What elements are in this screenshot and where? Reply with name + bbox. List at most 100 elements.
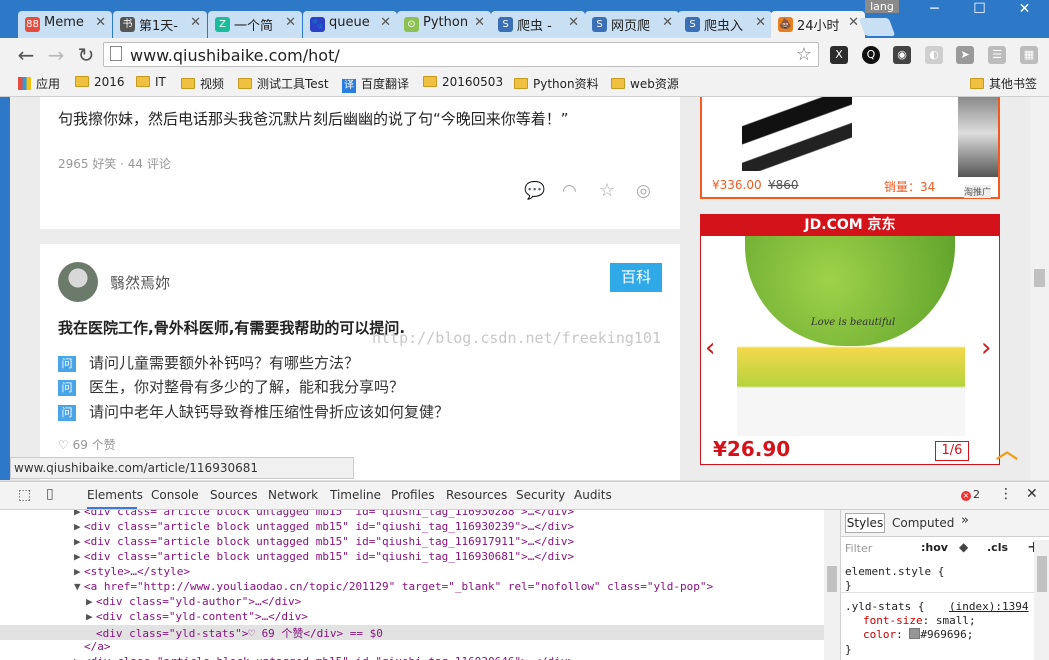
category-badge[interactable]: 百科 (610, 263, 662, 292)
dom-node[interactable]: </a> (0, 640, 824, 655)
back-to-top-icon[interactable]: ︿ (994, 433, 1020, 464)
hover-state-toggle[interactable]: :hov (921, 541, 948, 554)
dom-node[interactable]: ▶<div class="article block untagged mb15… (0, 535, 824, 550)
extension-grid-icon[interactable]: ▦ (1020, 46, 1038, 64)
browser-tab[interactable]: 💩 24小时 ✕ (771, 11, 865, 38)
browser-tab[interactable]: 88 Meme ✕ (18, 11, 112, 38)
expand-arrow-icon[interactable]: ▶ (74, 520, 81, 533)
dom-node[interactable]: ▶<div class="article block untagged mb15… (0, 550, 824, 565)
new-tab-button[interactable] (858, 18, 896, 36)
bookmark-other[interactable]: 其他书签 (970, 75, 1037, 92)
close-window-button[interactable]: ✕ (1002, 0, 1047, 20)
carousel-prev-icon[interactable]: ‹ (705, 333, 715, 363)
bookmark-folder[interactable]: web资源 (611, 75, 679, 92)
address-bar[interactable]: www.qiushibaike.com/hot/ ☆ (103, 42, 819, 67)
question-item[interactable]: 问请问中老年人缺钙导致脊椎压缩性骨折应该如何复健？ (58, 401, 449, 422)
devtools-tab-elements[interactable]: Elements (87, 488, 143, 502)
forward-icon[interactable]: → (44, 43, 68, 67)
expand-arrow-icon[interactable]: ▶ (74, 655, 81, 660)
devtools-tab-security[interactable]: Security (516, 488, 565, 502)
article-headline[interactable]: 我在医院工作,骨外科医师,有需要我帮助的可以提问. (58, 317, 405, 338)
bookmark-folder[interactable]: 测试工具Test (238, 75, 329, 92)
bookmark-star-icon[interactable]: ☆ (796, 44, 812, 65)
styles-tab[interactable]: Styles (845, 513, 885, 533)
devtools-tab-audits[interactable]: Audits (574, 488, 612, 502)
devtools-tab-timeline[interactable]: Timeline (330, 488, 381, 502)
devtools-tab-profiles[interactable]: Profiles (391, 488, 435, 502)
dom-node[interactable]: ▶<div class="article block untagged mb15… (0, 520, 824, 535)
css-selector[interactable]: .yld-stats { (845, 600, 924, 613)
devtools-menu-icon[interactable]: ⋮ (999, 486, 1013, 502)
css-source-link[interactable]: (index):1394 (949, 600, 1028, 613)
devtools-tab-console[interactable]: Console (151, 488, 199, 502)
expand-arrow-icon[interactable]: ▶ (86, 610, 93, 623)
avatar[interactable] (58, 262, 98, 302)
device-mode-icon[interactable]: ▯ (46, 486, 54, 502)
inspect-element-icon[interactable]: ⬚ (18, 487, 31, 503)
product-ad[interactable]: ¥336.00 ¥860 销量：34 淘推广 (700, 97, 1000, 199)
tab-close-icon[interactable]: ✕ (568, 15, 579, 30)
extension-list-icon[interactable]: ☰ (988, 46, 1006, 64)
extension-search-icon[interactable]: Q (862, 46, 880, 64)
qq-share-icon[interactable]: ◠ (562, 181, 577, 201)
author-name[interactable]: 翳然焉妳 (110, 272, 170, 293)
extension-gray-icon[interactable]: ◐ (925, 46, 943, 64)
expand-arrow-icon[interactable]: ▶ (86, 595, 93, 608)
bookmark-folder[interactable]: 2016 (75, 75, 125, 89)
dom-node[interactable]: ▶<div class="article block untagged mb15… (0, 655, 824, 660)
jd-ad[interactable]: JD.COM 京东 Love is beautiful ‹ › ¥26.90 1… (700, 214, 1000, 465)
tab-close-icon[interactable]: ✕ (474, 15, 485, 30)
page-scrollbar[interactable] (1030, 97, 1049, 480)
browser-tab[interactable]: 书第1天- ✕ (113, 11, 207, 38)
color-format-icon[interactable]: ◆ (959, 540, 968, 554)
dom-node[interactable]: ▶ <div class="yld-author">…</div> (0, 595, 824, 610)
devtools-tab-network[interactable]: Network (268, 488, 318, 502)
browser-tab[interactable]: S 网页爬 ✕ (585, 11, 679, 38)
dom-node[interactable]: ▶ <style>…</style> (0, 565, 824, 580)
tab-close-icon[interactable]: ✕ (95, 15, 106, 30)
bookmark-folder[interactable]: 视频 (181, 75, 224, 92)
carousel-next-icon[interactable]: › (981, 333, 991, 363)
devtools-tab-resources[interactable]: Resources (446, 488, 507, 502)
bookmark-folder[interactable]: Python资料 (514, 75, 599, 92)
element-style-rule[interactable]: element.style { (845, 565, 944, 578)
devtools-tab-sources[interactable]: Sources (210, 488, 257, 502)
css-property[interactable]: font-size: small; (863, 614, 976, 627)
devtools-close-icon[interactable]: ✕ (1026, 486, 1038, 502)
more-tabs-icon[interactable]: » (961, 513, 969, 528)
scrollbar-thumb[interactable] (1037, 556, 1047, 592)
expand-arrow-icon[interactable]: ▶ (74, 550, 81, 563)
dom-scrollbar[interactable] (824, 510, 840, 660)
color-swatch[interactable] (909, 628, 921, 639)
like-stats[interactable]: ♡ 69 个赞 (58, 436, 116, 453)
css-property[interactable]: color: #969696; (863, 628, 973, 641)
tab-close-icon[interactable]: ✕ (755, 15, 766, 30)
extension-cursor-icon[interactable]: ➤ (956, 46, 974, 64)
back-icon[interactable]: ← (14, 43, 38, 67)
class-toggle[interactable]: .cls (987, 541, 1008, 554)
bookmark-folder[interactable]: IT (136, 75, 166, 89)
dom-node[interactable]: ▶<div class="article block untagged mb15… (0, 510, 824, 520)
comment-icon[interactable]: 💬 (524, 181, 545, 201)
computed-tab[interactable]: Computed (892, 516, 954, 530)
styles-filter-input[interactable]: Filter (845, 542, 872, 555)
scrollbar-thumb[interactable] (827, 566, 837, 592)
reload-icon[interactable]: ↻ (74, 43, 98, 67)
dom-node[interactable]: ▶ <div class="yld-content">…</div> (0, 610, 824, 625)
browser-tab[interactable]: S 爬虫入 ✕ (678, 11, 772, 38)
dom-node[interactable]: ▼ <a href="http://www.youliaodao.cn/topic… (0, 580, 824, 595)
browser-tab[interactable]: S 爬虫 - ✕ (491, 11, 585, 38)
profile-name[interactable]: lang (865, 0, 899, 13)
browser-tab[interactable]: 🐾 queue ✕ (303, 11, 397, 38)
tab-close-icon[interactable]: ✕ (190, 15, 201, 30)
browser-tab[interactable]: Z 一个简 ✕ (208, 11, 302, 38)
tab-close-icon[interactable]: ✕ (380, 15, 391, 30)
expand-arrow-icon[interactable]: ▼ (74, 580, 81, 593)
styles-scrollbar[interactable] (1034, 540, 1049, 660)
tab-close-icon[interactable]: ✕ (662, 15, 673, 30)
bookmark-translate[interactable]: 译百度翻译 (342, 75, 409, 93)
bookmark-apps[interactable]: 应用 (18, 75, 60, 92)
question-item[interactable]: 问请问儿童需要额外补钙吗？有哪些方法？ (58, 352, 359, 373)
bookmark-folder[interactable]: 20160503 (423, 75, 503, 89)
tab-close-icon[interactable]: ✕ (285, 15, 296, 30)
